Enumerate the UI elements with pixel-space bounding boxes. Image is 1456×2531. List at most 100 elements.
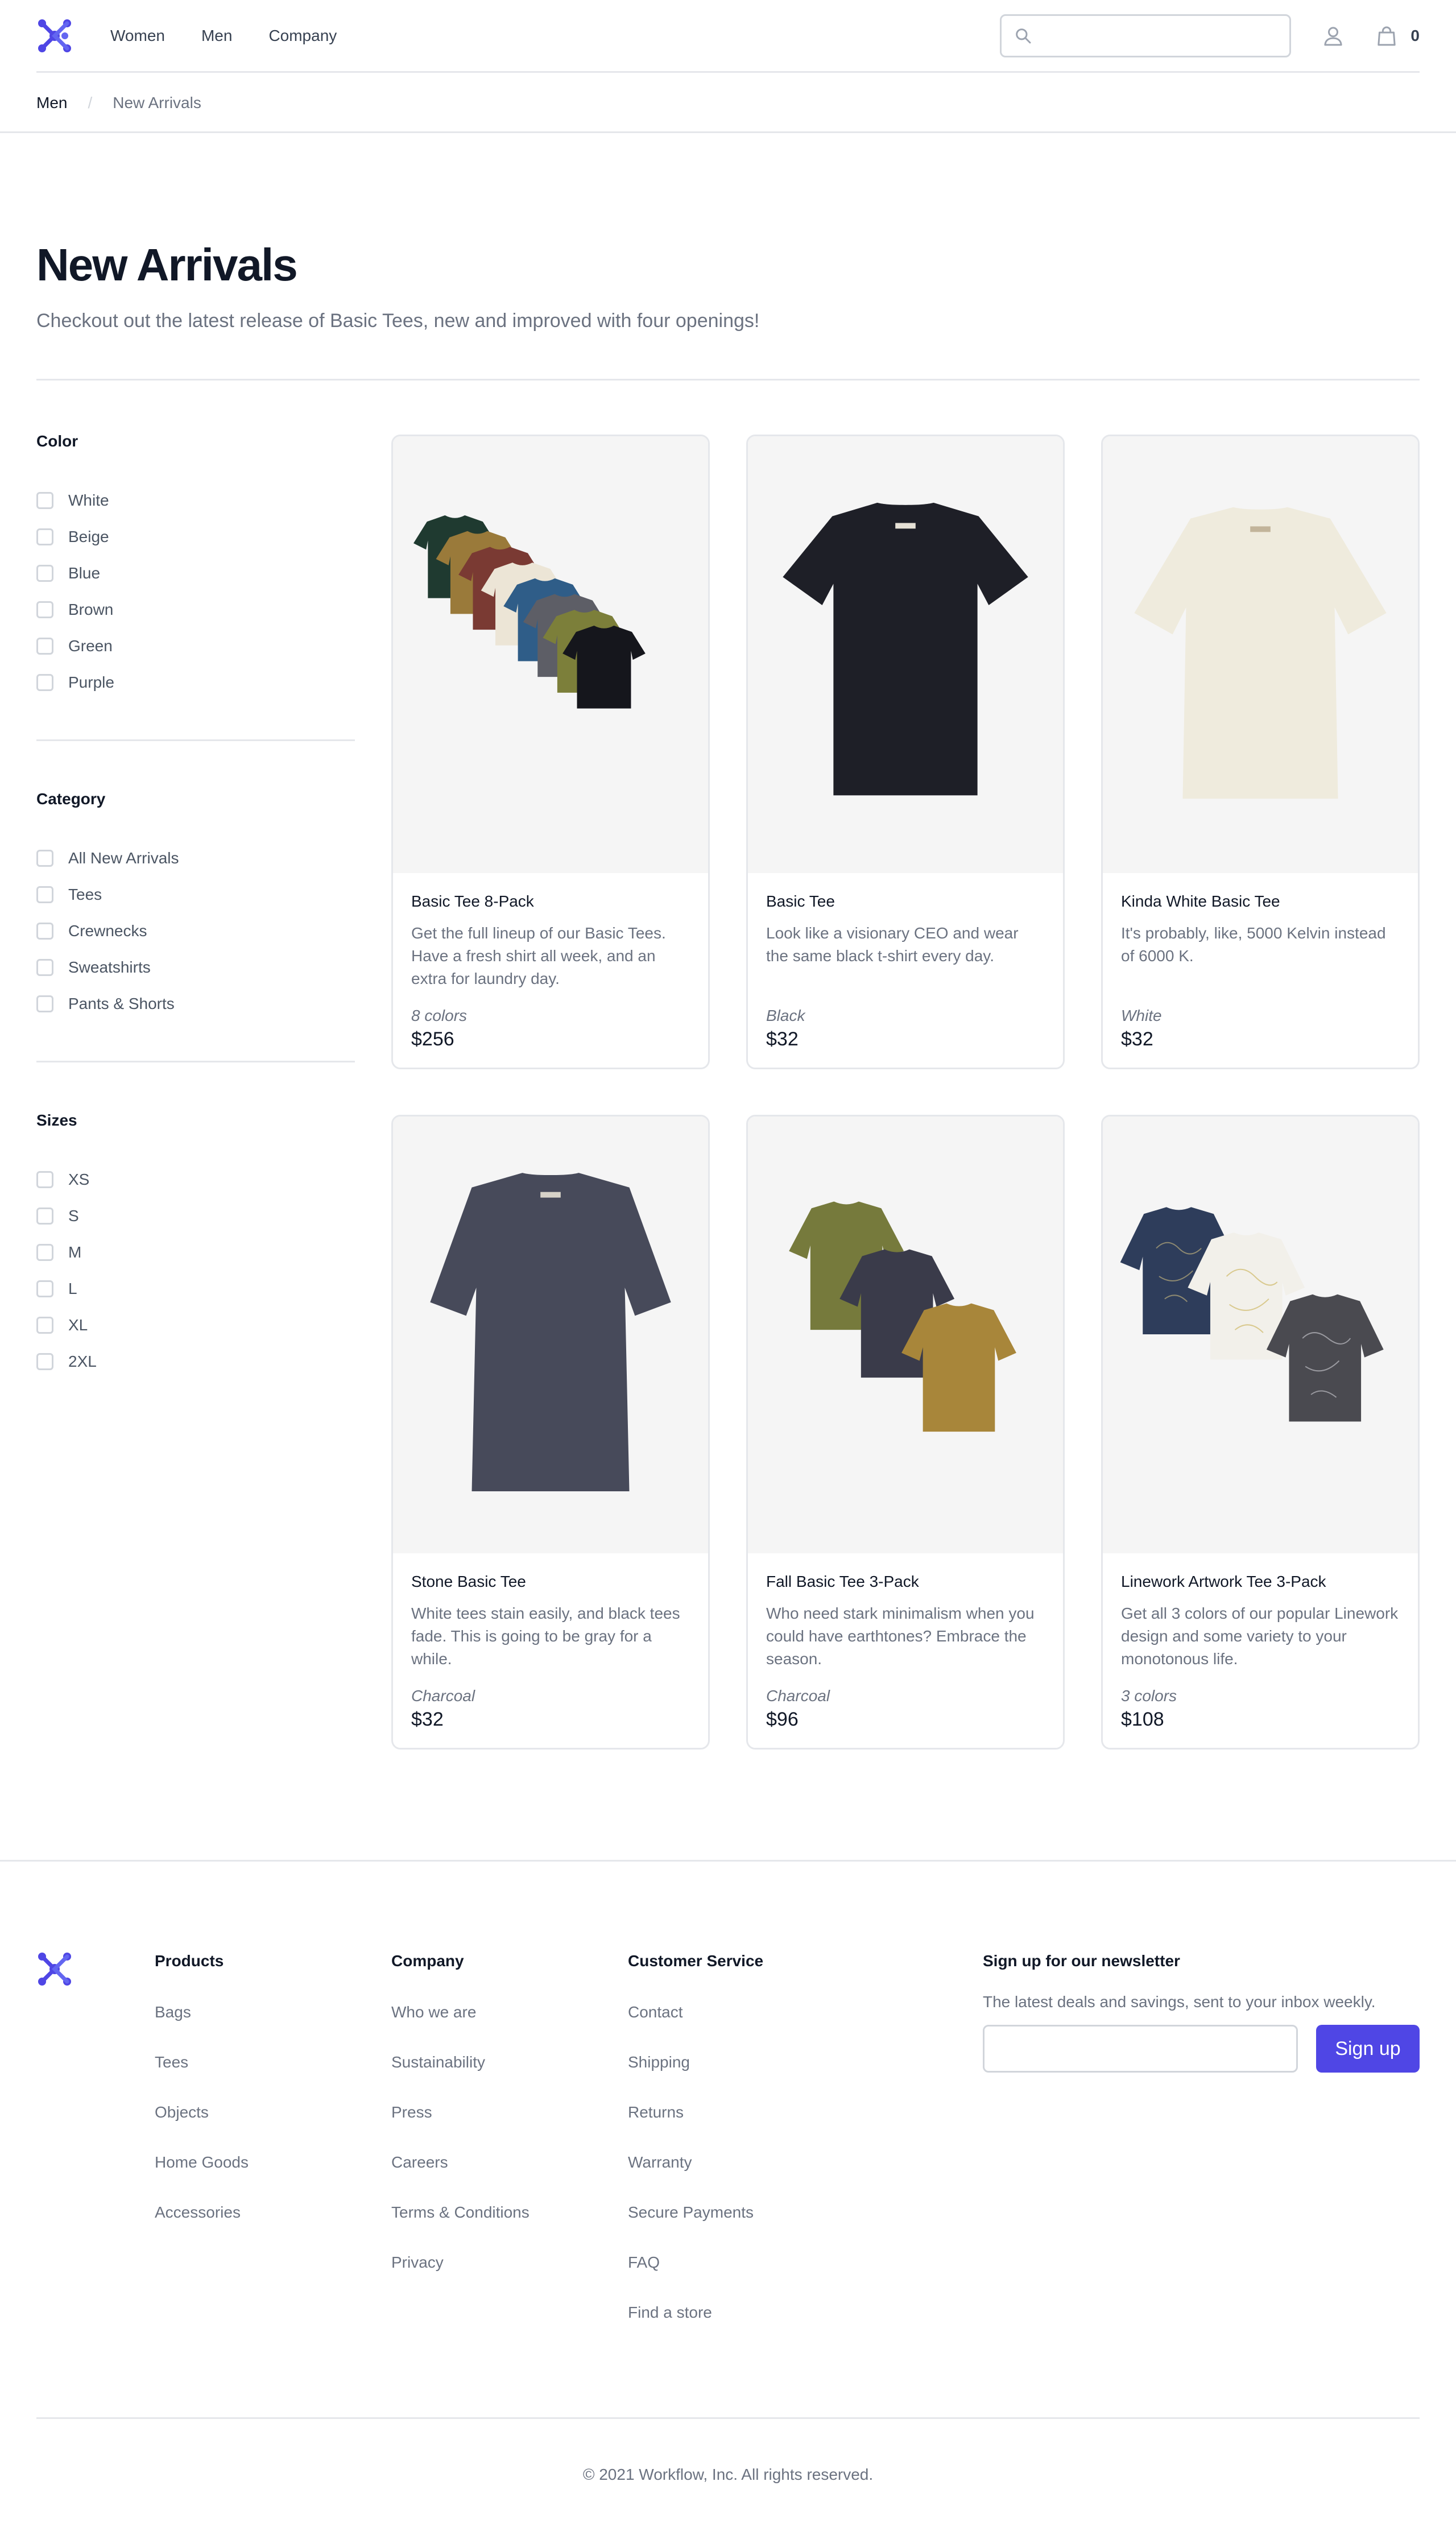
- checkbox[interactable]: [36, 601, 53, 618]
- filter-option[interactable]: All New Arrivals: [36, 840, 355, 876]
- filter-option[interactable]: 2XL: [36, 1343, 355, 1380]
- product-name[interactable]: Kinda White Basic Tee: [1121, 892, 1400, 911]
- product-name[interactable]: Basic Tee 8-Pack: [411, 892, 690, 911]
- newsletter-email-field[interactable]: [983, 2025, 1298, 2073]
- footer-link[interactable]: Contact: [628, 2003, 763, 2053]
- footer-link[interactable]: Returns: [628, 2103, 763, 2153]
- product-description: Look like a visionary CEO and wear the s…: [766, 924, 1019, 965]
- footer-link[interactable]: Objects: [155, 2103, 249, 2153]
- checkbox[interactable]: [36, 1171, 53, 1188]
- footer-column-products: Products Bags Tees Objects Home Goods Ac…: [155, 1952, 249, 2253]
- filter-option[interactable]: Crewnecks: [36, 913, 355, 949]
- product-card[interactable]: Basic Tee Look like a visionary CEO and …: [746, 435, 1065, 1069]
- footer-link[interactable]: Tees: [155, 2053, 249, 2103]
- product-card[interactable]: Kinda White Basic Tee It's probably, lik…: [1101, 435, 1420, 1069]
- product-name[interactable]: Fall Basic Tee 3-Pack: [766, 1573, 1045, 1591]
- footer-link[interactable]: Warranty: [628, 2153, 763, 2203]
- checkbox[interactable]: [36, 1317, 53, 1334]
- filter-option-label: Brown: [68, 601, 114, 618]
- cart-button[interactable]: 0: [1375, 24, 1420, 47]
- product-image[interactable]: [1103, 436, 1418, 873]
- page-title: New Arrivals: [36, 239, 298, 290]
- product-image[interactable]: [1103, 1116, 1418, 1553]
- product-name[interactable]: Linework Artwork Tee 3-Pack: [1121, 1573, 1400, 1591]
- checkbox[interactable]: [36, 1207, 53, 1225]
- newsletter-text: The latest deals and savings, sent to yo…: [983, 1993, 1376, 2011]
- checkbox[interactable]: [36, 528, 53, 545]
- product-image[interactable]: [748, 436, 1063, 873]
- product-image[interactable]: [748, 1116, 1063, 1553]
- filter-option[interactable]: White: [36, 482, 355, 519]
- product-image[interactable]: [393, 1116, 708, 1553]
- checkbox[interactable]: [36, 565, 53, 582]
- filter-option[interactable]: Blue: [36, 555, 355, 592]
- nav-company[interactable]: Company: [268, 27, 337, 45]
- product-card[interactable]: Linework Artwork Tee 3-Pack Get all 3 co…: [1101, 1115, 1420, 1750]
- product-image[interactable]: [393, 436, 708, 873]
- workflow-logo-icon[interactable]: [36, 18, 73, 54]
- filter-option-label: Sweatshirts: [68, 958, 151, 976]
- footer-link[interactable]: Careers: [391, 2153, 530, 2203]
- filter-option[interactable]: XS: [36, 1161, 355, 1198]
- breadcrumb-current[interactable]: New Arrivals: [113, 94, 201, 112]
- checkbox[interactable]: [36, 1244, 53, 1261]
- filter-option-label: Tees: [68, 886, 102, 903]
- footer-link[interactable]: Secure Payments: [628, 2203, 763, 2253]
- search-box[interactable]: [1000, 14, 1292, 57]
- product-description: Get the full lineup of our Basic Tees. H…: [411, 924, 666, 987]
- filter-option-label: Purple: [68, 673, 114, 691]
- footer-link[interactable]: Find a store: [628, 2303, 763, 2354]
- product-card[interactable]: Basic Tee 8-Pack Get the full lineup of …: [391, 435, 710, 1069]
- checkbox[interactable]: [36, 1353, 53, 1370]
- filter-option[interactable]: Beige: [36, 519, 355, 555]
- filter-option[interactable]: Green: [36, 628, 355, 664]
- footer-link[interactable]: Accessories: [155, 2203, 249, 2253]
- filter-option[interactable]: L: [36, 1271, 355, 1307]
- checkbox[interactable]: [36, 923, 53, 940]
- footer-link[interactable]: Who we are: [391, 2003, 530, 2053]
- footer-link[interactable]: Sustainability: [391, 2053, 530, 2103]
- nav-men[interactable]: Men: [201, 27, 232, 45]
- footer-link[interactable]: Terms & Conditions: [391, 2203, 530, 2253]
- product-card[interactable]: Stone Basic Tee White tees stain easily,…: [391, 1115, 710, 1750]
- product-name[interactable]: Stone Basic Tee: [411, 1573, 690, 1591]
- breadcrumb-men[interactable]: Men: [36, 94, 67, 112]
- checkbox[interactable]: [36, 850, 53, 867]
- checkbox[interactable]: [36, 995, 53, 1012]
- user-icon[interactable]: [1322, 24, 1345, 47]
- footer-link[interactable]: Shipping: [628, 2053, 763, 2103]
- footer-link[interactable]: Privacy: [391, 2253, 530, 2303]
- filter-option[interactable]: S: [36, 1198, 355, 1234]
- footer-link[interactable]: Home Goods: [155, 2153, 249, 2203]
- product-description: It's probably, like, 5000 Kelvin instead…: [1121, 924, 1386, 965]
- product-description: White tees stain easily, and black tees …: [411, 1604, 680, 1668]
- footer-bottom-divider: [36, 2417, 1420, 2419]
- filter-option[interactable]: XL: [36, 1307, 355, 1343]
- filters-sidebar: Color White Beige Blue Brown Green Purpl…: [36, 432, 355, 1380]
- sign-up-button[interactable]: Sign up: [1316, 2025, 1420, 2073]
- search-input[interactable]: [1040, 18, 1290, 53]
- footer-link[interactable]: FAQ: [628, 2253, 763, 2303]
- filter-option[interactable]: M: [36, 1234, 355, 1271]
- footer-column-company: Company Who we are Sustainability Press …: [391, 1952, 530, 2303]
- checkbox[interactable]: [36, 492, 53, 509]
- filter-option[interactable]: Purple: [36, 664, 355, 701]
- filter-option[interactable]: Brown: [36, 592, 355, 628]
- filter-group-color: Color White Beige Blue Brown Green Purpl…: [36, 432, 355, 701]
- product-price: $32: [766, 1028, 799, 1050]
- product-card[interactable]: Fall Basic Tee 3-Pack Who need stark min…: [746, 1115, 1065, 1750]
- nav-women[interactable]: Women: [110, 27, 165, 45]
- filter-option[interactable]: Tees: [36, 876, 355, 913]
- filter-option[interactable]: Sweatshirts: [36, 949, 355, 986]
- footer-link[interactable]: Press: [391, 2103, 530, 2153]
- footer-link[interactable]: Bags: [155, 2003, 249, 2053]
- workflow-logo-icon[interactable]: [36, 1951, 73, 1987]
- checkbox[interactable]: [36, 886, 53, 903]
- copyright: © 2021 Workflow, Inc. All rights reserve…: [582, 2466, 874, 2483]
- product-name[interactable]: Basic Tee: [766, 892, 1045, 911]
- checkbox[interactable]: [36, 638, 53, 655]
- checkbox[interactable]: [36, 674, 53, 691]
- checkbox[interactable]: [36, 959, 53, 976]
- filter-option[interactable]: Pants & Shorts: [36, 986, 355, 1022]
- checkbox[interactable]: [36, 1280, 53, 1297]
